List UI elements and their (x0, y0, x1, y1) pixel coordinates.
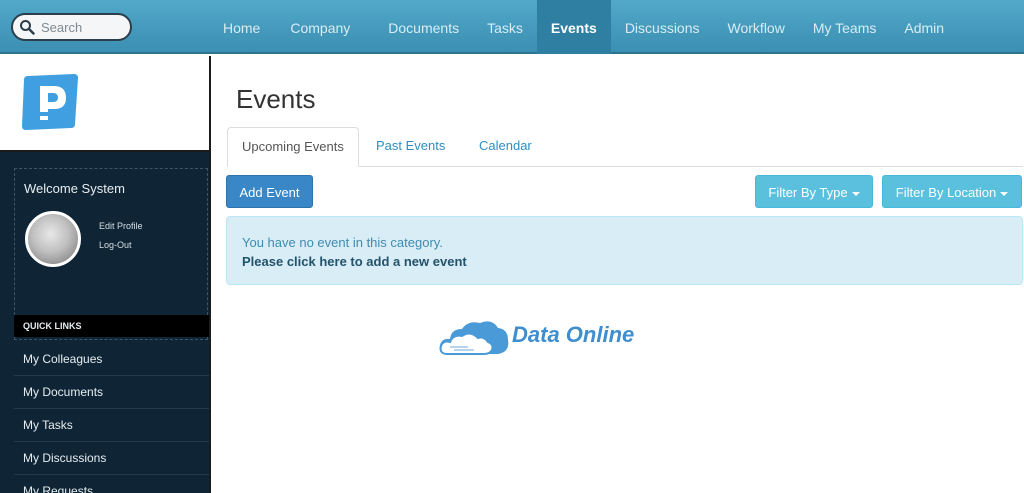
search-input[interactable] (41, 19, 121, 35)
alert-message: You have no event in this category. (242, 235, 443, 250)
filter-by-type-button[interactable]: Filter By Type (755, 175, 873, 208)
main-nav: Home Company Documents Tasks Events Disc… (210, 0, 958, 54)
search-icon (20, 20, 35, 35)
quick-link-my-colleagues[interactable]: My Colleagues (14, 343, 209, 376)
nav-events[interactable]: Events (536, 0, 611, 54)
quick-link-my-tasks[interactable]: My Tasks (14, 409, 209, 442)
nav-workflow[interactable]: Workflow (714, 0, 799, 54)
p-logo-icon[interactable] (20, 72, 78, 132)
watermark: Data Online (438, 312, 648, 360)
nav-admin[interactable]: Admin (890, 0, 958, 54)
quick-links-list: My Colleagues My Documents My Tasks My D… (14, 343, 209, 493)
search-box[interactable] (11, 13, 132, 41)
top-navigation-bar: Home Company Documents Tasks Events Disc… (0, 0, 1024, 54)
logo-area (0, 56, 209, 152)
quick-link-my-discussions[interactable]: My Discussions (14, 442, 209, 475)
nav-discussions[interactable]: Discussions (611, 0, 714, 54)
quick-links-header: QUICK LINKS (14, 315, 209, 337)
logout-link[interactable]: Log-Out (99, 240, 132, 250)
edit-profile-link[interactable]: Edit Profile (99, 221, 143, 231)
nav-home[interactable]: Home (210, 0, 276, 54)
add-new-event-link[interactable]: Please click here to add a new event (242, 254, 467, 269)
watermark-text: Data Online (512, 322, 635, 347)
caret-down-icon (1000, 191, 1009, 196)
tab-calendar[interactable]: Calendar (465, 127, 546, 167)
page-title: Events (236, 84, 316, 114)
sidebar: Welcome System Edit Profile Log-Out QUIC… (0, 56, 211, 493)
avatar (25, 211, 81, 267)
nav-company[interactable]: Company (276, 0, 376, 54)
tab-past-events[interactable]: Past Events (362, 127, 459, 167)
welcome-text: Welcome System (24, 181, 125, 196)
filter-by-type-label: Filter By Type (768, 185, 848, 200)
quick-link-my-requests[interactable]: My Requests (14, 475, 209, 493)
nav-my-teams[interactable]: My Teams (799, 0, 891, 54)
nav-tasks[interactable]: Tasks (473, 0, 537, 54)
quick-link-my-documents[interactable]: My Documents (14, 376, 209, 409)
events-tabs: Upcoming Events Past Events Calendar (227, 127, 1023, 167)
tab-upcoming-events[interactable]: Upcoming Events (227, 127, 359, 167)
filter-by-location-button[interactable]: Filter By Location (882, 175, 1022, 208)
caret-down-icon (851, 191, 860, 196)
filter-by-location-label: Filter By Location (895, 185, 997, 200)
no-events-alert: You have no event in this category. Plea… (226, 216, 1023, 285)
nav-documents[interactable]: Documents (376, 0, 473, 54)
add-event-button[interactable]: Add Event (226, 175, 313, 208)
cloud-icon (439, 321, 509, 355)
